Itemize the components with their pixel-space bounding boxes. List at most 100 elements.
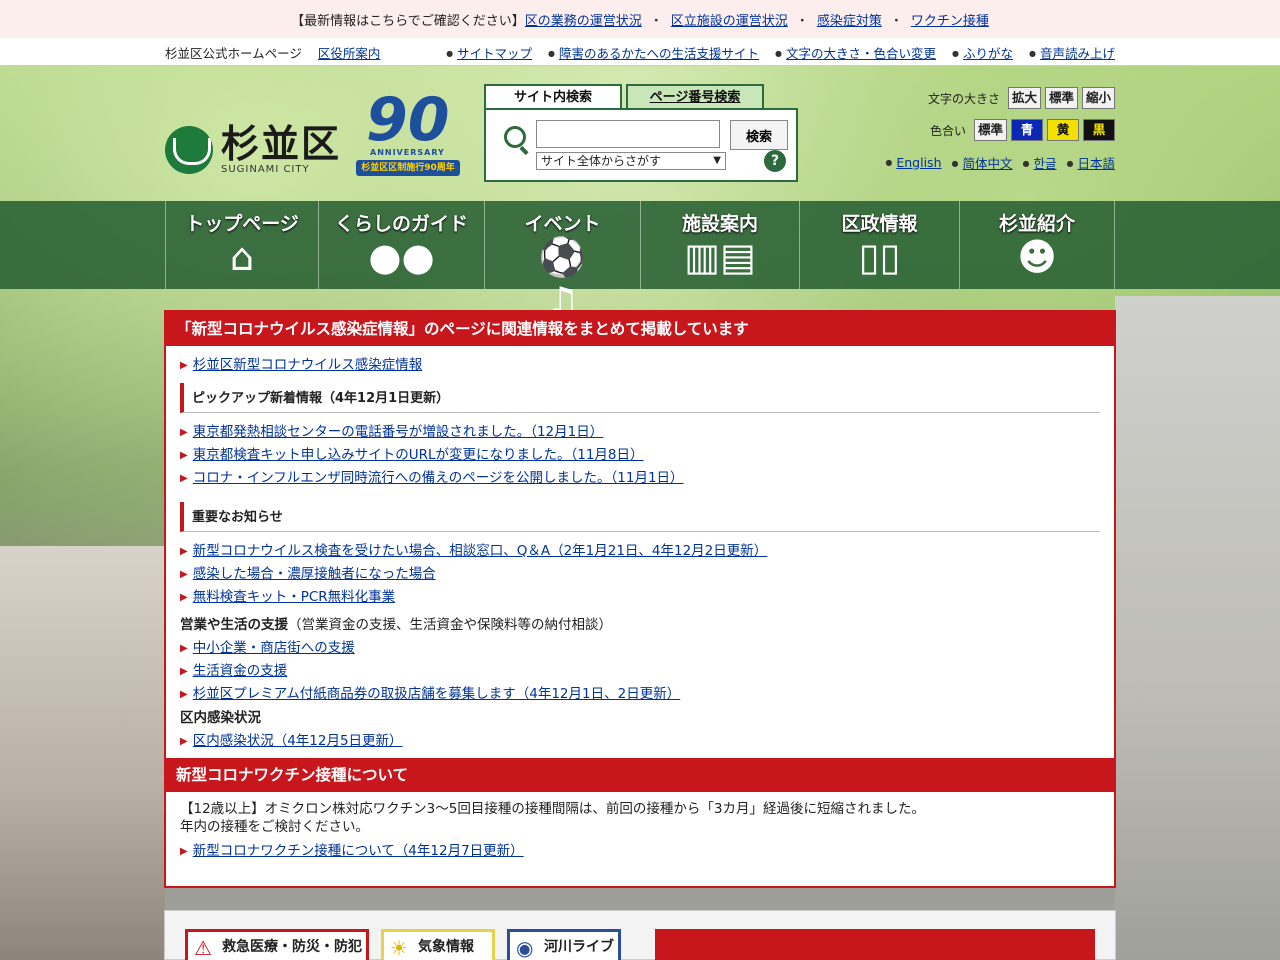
list-item: 区内感染状況（4年12月5日更新） [180,730,1100,753]
lang-japanese[interactable]: 日本語 [1067,153,1115,172]
sitemap-link[interactable]: サイトマップ [446,46,532,61]
font-size-label: 文字の大きさ [927,91,1000,106]
anniversary-label-jp: 杉並区区制施行90周年 [356,160,460,176]
river-live-card-label: 河川ライブ [544,939,614,955]
alert-lead: 【最新情報はこちらでご確認ください】 [291,13,525,29]
alert-link-facilities[interactable]: 区立施設の運営状況 [671,10,788,29]
pickup-heading: ピックアップ新着情報（4年12月1日更新） [180,383,1100,413]
list-item: 感染した場合・濃厚接触者になった場合 [180,563,1100,586]
chevron-down-icon: ▼ [713,155,721,166]
office-guide-link[interactable]: 区役所案内 [318,46,381,61]
help-icon[interactable]: ? [764,150,786,172]
search-scope-value: サイト全体からさがす [541,154,662,168]
nav-label: 杉並紹介 [998,213,1075,235]
background-building-right [1115,296,1280,960]
nav-top-page[interactable]: トップページ ⌂ [166,201,319,289]
alert-link-operations[interactable]: 区の業務の運営状況 [525,10,642,29]
font-enlarge-button[interactable]: 拡大 [1007,87,1041,109]
search-icon [504,126,526,148]
list-item: 中小企業・商店街への支援 [180,637,1100,660]
color-blue-button[interactable]: 青 [1011,119,1043,141]
nav-facilities[interactable]: 施設案内 ▥▤ [641,201,800,289]
list-item: 東京都検査キット申し込みサイトのURLが変更になりました。（11月8日） [180,444,1100,467]
nav-administration[interactable]: 区政情報 ▯▯ [800,201,960,289]
anniversary-label-en: ANNIVERSARY [370,148,445,157]
weather-card[interactable]: ☀ 気象情報 [381,929,495,960]
separator: ・ [649,13,663,29]
business-heading-note: （営業資金の支援、生活資金や保険料等の納付相談） [288,617,612,633]
color-black-button[interactable]: 黒 [1083,119,1115,141]
river-live-card[interactable]: ◉ 河川ライブ [507,929,621,960]
important-link[interactable]: 感染した場合・濃厚接触者になった場合 [193,566,436,582]
local-link[interactable]: 区内感染状況（4年12月5日更新） [193,733,403,749]
business-link[interactable]: 杉並区プレミアム付紙商品券の取扱店舗を募集します（4年12月1日、2日更新） [193,686,681,702]
nav-suginami-intro[interactable]: 杉並紹介 ☻ [960,201,1115,289]
list-item: 無料検査キット・PCR無料化事業 [180,586,1100,609]
alert-bar: 【最新情報はこちらでご確認ください】 区の業務の運営状況 ・ 区立施設の運営状況… [0,0,1280,38]
site-name: 杉並区公式ホームページ [165,46,302,61]
nav-label: トップページ [185,213,299,235]
search-input[interactable] [536,120,720,148]
logo-text: 杉並区 SUGINAMI CITY [221,124,341,175]
font-shrink-button[interactable]: 縮小 [1081,87,1115,109]
business-heading: 営業や生活の支援（営業資金の支援、生活資金や保険料等の納付相談） [180,613,1100,637]
important-link[interactable]: 新型コロナウイルス検査を受けたい場合、相談窓口、Q＆A（2年1月21日、4年12… [193,543,768,559]
warning-icon: ⚠ [194,936,212,960]
pickup-link[interactable]: 東京都発熱相談センターの電話番号が増設されました。（12月1日） [193,424,604,440]
pickup-link[interactable]: コロナ・インフルエンザ同時流行への備えのページを公開しました。（11月1日） [193,470,684,486]
font-size-row: 文字の大きさ 拡大 標準 縮小 [875,86,1115,110]
local-heading: 区内感染状況 [180,710,261,726]
lang-chinese[interactable]: 简体中文 [952,153,1012,172]
business-link[interactable]: 生活資金の支援 [193,663,288,679]
covid-top-link[interactable]: 杉並区新型コロナウイルス感染症情報 [193,357,423,373]
business-link[interactable]: 中小企業・商店街への支援 [193,640,355,656]
search-button[interactable]: 検索 [730,120,788,150]
anniversary-badge[interactable]: 90 ANNIVERSARY 杉並区区制施行90周年 [352,86,462,178]
sun-icon: ☀ [390,936,408,960]
color-row: 色合い 標準 青 黄 黒 [875,118,1115,142]
disability-support-link[interactable]: 障害のあるかたへの生活支援サイト [548,46,759,61]
text-color-change-link[interactable]: 文字の大きさ・色合い変更 [775,46,936,61]
site-logo[interactable]: 杉並区 SUGINAMI CITY [165,124,341,175]
list-item: 生活資金の支援 [180,660,1100,683]
search-scope-select[interactable]: サイト全体からさがす ▼ [536,152,726,170]
nav-label: 施設案内 [681,213,758,235]
important-heading: 重要なお知らせ [180,502,1100,532]
tab-page-number-search[interactable]: ページ番号検索 [626,84,764,110]
search-tabs: サイト内検索 ページ番号検索 [484,84,768,110]
list-item: 杉並区プレミアム付紙商品券の取扱店舗を募集します（4年12月1日、2日更新） [180,683,1100,706]
alert-link-vaccine[interactable]: ワクチン接種 [911,10,989,29]
red-banner[interactable] [655,929,1095,960]
utility-left: 杉並区公式ホームページ 区役所案内 [165,43,392,62]
utility-bar: 杉並区公式ホームページ 区役所案内 サイトマップ 障害のあるかたへの生活支援サイ… [0,38,1280,66]
alert-link-infection[interactable]: 感染症対策 [817,10,882,29]
vaccine-link[interactable]: 新型コロナワクチン接種について（4年12月7日更新） [193,843,524,859]
color-label: 色合い [929,123,966,138]
tab-site-search[interactable]: サイト内検索 [484,84,622,110]
font-standard-button[interactable]: 標準 [1044,87,1078,109]
background-building-left [0,546,165,960]
lang-korean[interactable]: 한글 [1023,153,1056,172]
nav-label: 区政情報 [841,213,918,235]
covid-panel-title: 「新型コロナウイルス感染症情報」のページに関連情報をまとめて掲載しています [166,312,1114,346]
list-item: 杉並区新型コロナウイルス感染症情報 [180,354,1100,377]
voice-reading-link[interactable]: 音声読み上げ [1029,46,1115,61]
nav-events[interactable]: イベント ⚽♫ [485,201,641,323]
nav-label: イベント [524,213,601,235]
separator: ・ [889,13,903,29]
nav-living-guide[interactable]: くらしのガイド ●● [319,201,485,289]
weather-card-label: 気象情報 [418,939,474,955]
search-box: 検索 サイト全体からさがす ▼ ? [484,108,798,182]
list-item: コロナ・インフルエンザ同時流行への備えのページを公開しました。（11月1日） [180,467,1100,490]
pickup-link[interactable]: 東京都検査キット申し込みサイトのURLが変更になりました。（11月8日） [193,447,644,463]
color-standard-button[interactable]: 標準 [973,119,1007,141]
camera-icon: ◉ [516,936,534,960]
vaccine-panel-title: 新型コロナワクチン接種について [166,758,1114,792]
furigana-link[interactable]: ふりがな [952,46,1013,61]
important-link[interactable]: 無料検査キット・PCR無料化事業 [193,589,395,605]
list-item: 東京都発熱相談センターの電話番号が増設されました。（12月1日） [180,421,1100,444]
lang-english[interactable]: English [885,155,941,170]
nav-label: くらしのガイド [334,213,468,235]
color-yellow-button[interactable]: 黄 [1047,119,1079,141]
emergency-card[interactable]: ⚠ 救急医療・防災・防犯 [185,929,369,960]
